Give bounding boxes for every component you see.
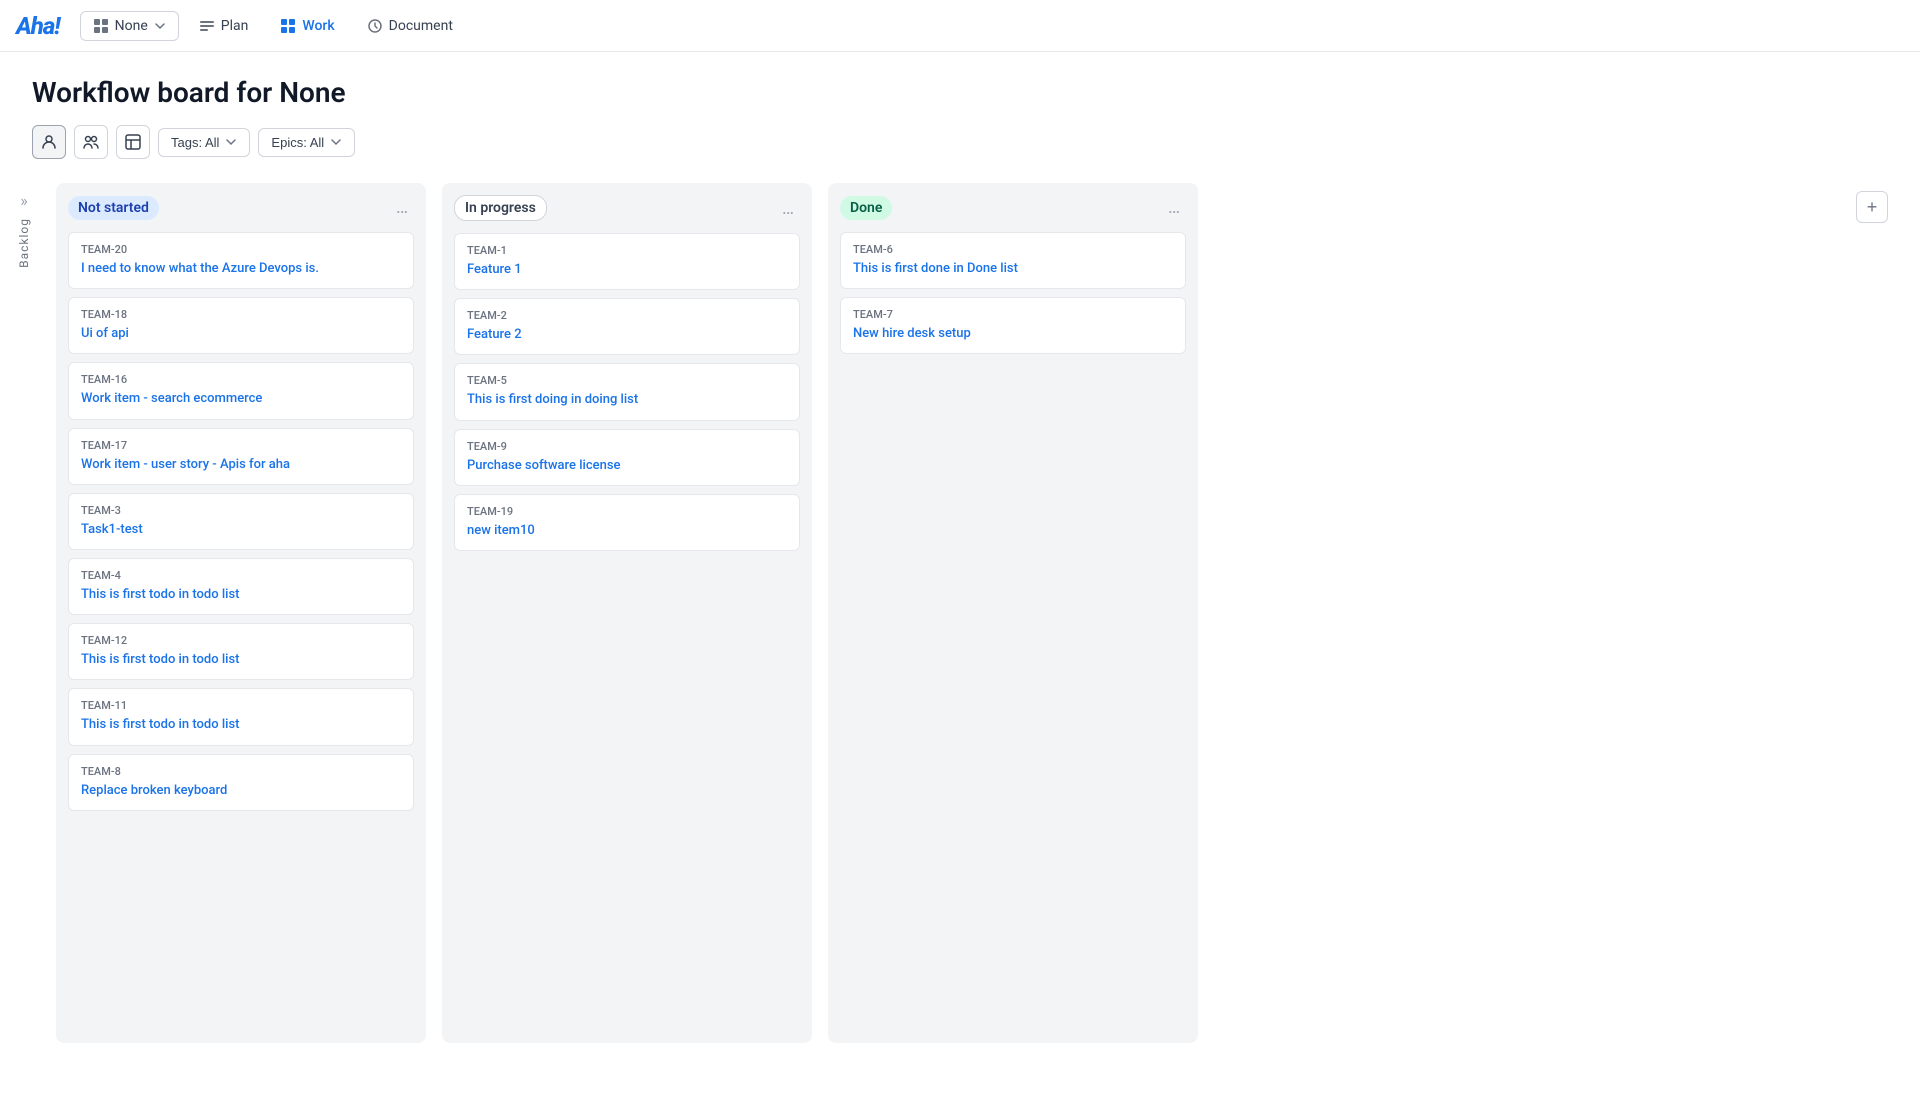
nav-document-label: Document bbox=[389, 18, 453, 34]
column-header-done: Done … bbox=[840, 195, 1186, 220]
nav-work-label: Work bbox=[302, 18, 334, 34]
tags-chevron-icon bbox=[225, 136, 237, 148]
column-not-started: Not started … TEAM-20 I need to know wha… bbox=[56, 183, 426, 1043]
nav-document[interactable]: Document bbox=[355, 12, 465, 40]
card-id: TEAM-18 bbox=[81, 308, 401, 321]
card-team-16[interactable]: TEAM-16 Work item - search ecommerce bbox=[68, 362, 414, 419]
card-title: This is first todo in todo list bbox=[81, 586, 401, 604]
card-id: TEAM-8 bbox=[81, 765, 401, 778]
card-id: TEAM-3 bbox=[81, 504, 401, 517]
card-id: TEAM-2 bbox=[467, 309, 787, 322]
epics-chevron-icon bbox=[330, 136, 342, 148]
top-nav: Aha! None Plan Work bbox=[0, 0, 1920, 52]
column-done: Done … TEAM-6 This is first done in Done… bbox=[828, 183, 1198, 1043]
card-team-1[interactable]: TEAM-1 Feature 1 bbox=[454, 233, 800, 290]
board-columns: Not started … TEAM-20 I need to know wha… bbox=[40, 175, 1856, 1103]
card-title: Task1-test bbox=[81, 521, 401, 539]
card-team-11[interactable]: TEAM-11 This is first todo in todo list bbox=[68, 688, 414, 745]
add-column-button[interactable]: + bbox=[1856, 191, 1888, 223]
column-title-not-started: Not started bbox=[68, 196, 159, 220]
card-title: Feature 1 bbox=[467, 261, 787, 279]
card-id: TEAM-4 bbox=[81, 569, 401, 582]
toolbar: Tags: All Epics: All bbox=[32, 125, 1888, 159]
document-icon bbox=[367, 18, 383, 34]
backlog-label: Backlog bbox=[17, 218, 31, 268]
plan-icon bbox=[199, 18, 215, 34]
card-id: TEAM-12 bbox=[81, 634, 401, 647]
epics-filter[interactable]: Epics: All bbox=[258, 128, 355, 157]
card-title: This is first done in Done list bbox=[853, 260, 1173, 278]
card-team-17[interactable]: TEAM-17 Work item - user story - Apis fo… bbox=[68, 428, 414, 485]
card-id: TEAM-16 bbox=[81, 373, 401, 386]
nav-work[interactable]: Work bbox=[268, 12, 346, 40]
card-id: TEAM-17 bbox=[81, 439, 401, 452]
card-title: Feature 2 bbox=[467, 326, 787, 344]
card-team-12[interactable]: TEAM-12 This is first todo in todo list bbox=[68, 623, 414, 680]
card-title: New hire desk setup bbox=[853, 325, 1173, 343]
page-header: Workflow board for None Tags: All bbox=[0, 52, 1920, 175]
card-title: I need to know what the Azure Devops is. bbox=[81, 260, 401, 278]
card-id: TEAM-1 bbox=[467, 244, 787, 257]
card-id: TEAM-5 bbox=[467, 374, 787, 387]
card-title: Work item - search ecommerce bbox=[81, 390, 401, 408]
card-title: This is first doing in doing list bbox=[467, 391, 787, 409]
column-header-in-progress: In progress … bbox=[454, 195, 800, 221]
card-title: This is first todo in todo list bbox=[81, 716, 401, 734]
table-icon bbox=[125, 134, 141, 150]
column-menu-done[interactable]: … bbox=[1162, 195, 1186, 220]
user-icon bbox=[41, 134, 57, 150]
nav-plan[interactable]: Plan bbox=[187, 12, 261, 40]
column-title-done: Done bbox=[840, 196, 892, 220]
card-id: TEAM-20 bbox=[81, 243, 401, 256]
tags-filter[interactable]: Tags: All bbox=[158, 128, 250, 157]
team-icon bbox=[83, 134, 99, 150]
card-title: Work item - user story - Apis for aha bbox=[81, 456, 401, 474]
card-team-6[interactable]: TEAM-6 This is first done in Done list bbox=[840, 232, 1186, 289]
card-team-3[interactable]: TEAM-3 Task1-test bbox=[68, 493, 414, 550]
card-title: Ui of api bbox=[81, 325, 401, 343]
nav-none-dropdown[interactable]: None bbox=[80, 11, 179, 41]
card-team-8[interactable]: TEAM-8 Replace broken keyboard bbox=[68, 754, 414, 811]
card-team-19[interactable]: TEAM-19 new item10 bbox=[454, 494, 800, 551]
column-menu-in-progress[interactable]: … bbox=[776, 196, 800, 221]
card-team-4[interactable]: TEAM-4 This is first todo in todo list bbox=[68, 558, 414, 615]
card-team-2[interactable]: TEAM-2 Feature 2 bbox=[454, 298, 800, 355]
column-title-in-progress: In progress bbox=[454, 195, 547, 221]
backlog-expand-icon: » bbox=[20, 191, 28, 210]
card-id: TEAM-11 bbox=[81, 699, 401, 712]
column-menu-not-started[interactable]: … bbox=[390, 195, 414, 220]
column-header-not-started: Not started … bbox=[68, 195, 414, 220]
grid-icon bbox=[93, 18, 109, 34]
card-id: TEAM-19 bbox=[467, 505, 787, 518]
epics-filter-label: Epics: All bbox=[271, 135, 324, 150]
nav-plan-label: Plan bbox=[221, 18, 249, 34]
card-id: TEAM-9 bbox=[467, 440, 787, 453]
card-title: new item10 bbox=[467, 522, 787, 540]
nav-dropdown-label: None bbox=[115, 18, 148, 34]
card-team-18[interactable]: TEAM-18 Ui of api bbox=[68, 297, 414, 354]
user-view-btn[interactable] bbox=[32, 125, 66, 159]
card-id: TEAM-6 bbox=[853, 243, 1173, 256]
app-logo[interactable]: Aha! bbox=[16, 12, 60, 40]
card-id: TEAM-7 bbox=[853, 308, 1173, 321]
tags-filter-label: Tags: All bbox=[171, 135, 219, 150]
board-container: » Backlog Not started … TEAM-20 I need t… bbox=[0, 175, 1920, 1103]
card-title: Purchase software license bbox=[467, 457, 787, 475]
table-view-btn[interactable] bbox=[116, 125, 150, 159]
page-title: Workflow board for None bbox=[32, 76, 1888, 109]
card-team-20[interactable]: TEAM-20 I need to know what the Azure De… bbox=[68, 232, 414, 289]
team-view-btn[interactable] bbox=[74, 125, 108, 159]
chevron-down-icon bbox=[154, 20, 166, 32]
work-icon bbox=[280, 18, 296, 34]
column-in-progress: In progress … TEAM-1 Feature 1 TEAM-2 Fe… bbox=[442, 183, 812, 1043]
card-team-5[interactable]: TEAM-5 This is first doing in doing list bbox=[454, 363, 800, 420]
backlog-sidebar[interactable]: » Backlog bbox=[8, 175, 40, 1103]
card-team-9[interactable]: TEAM-9 Purchase software license bbox=[454, 429, 800, 486]
card-title: This is first todo in todo list bbox=[81, 651, 401, 669]
card-team-7[interactable]: TEAM-7 New hire desk setup bbox=[840, 297, 1186, 354]
card-title: Replace broken keyboard bbox=[81, 782, 401, 800]
